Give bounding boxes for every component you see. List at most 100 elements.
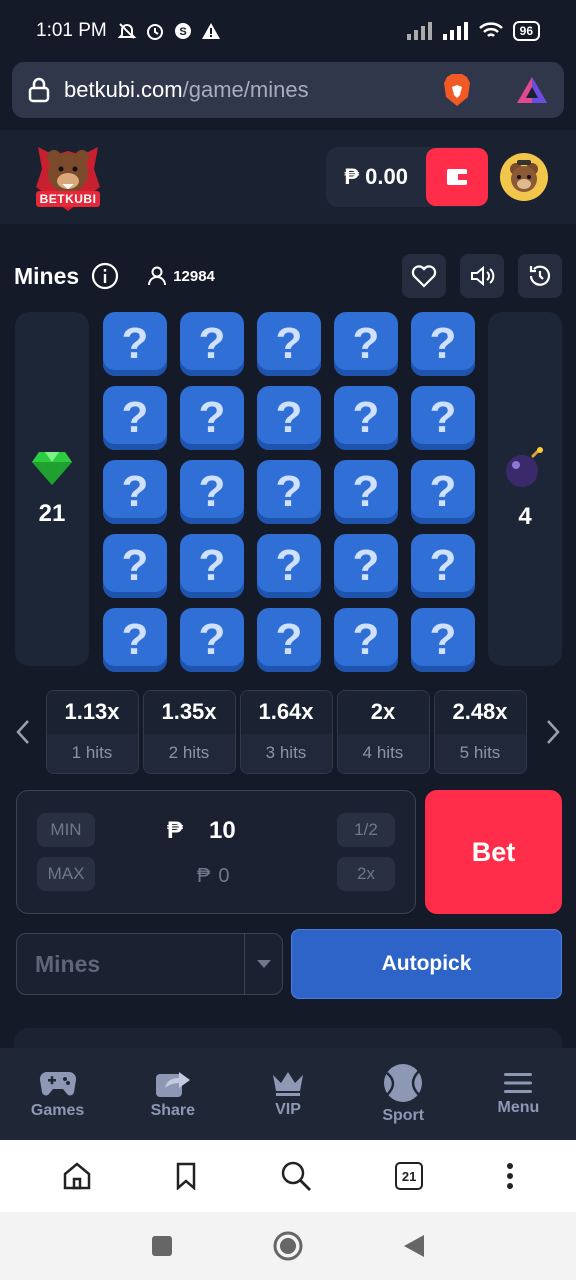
- nav-sport[interactable]: Sport: [346, 1048, 461, 1140]
- mine-tile[interactable]: ?: [257, 608, 321, 672]
- mine-tile[interactable]: ?: [334, 534, 398, 598]
- wifi-icon: [478, 22, 503, 37]
- chevron-left-icon: [16, 720, 29, 744]
- mine-tile[interactable]: ?: [103, 312, 167, 376]
- bet-button[interactable]: Bet: [425, 790, 562, 914]
- multipliers-prev-button[interactable]: [0, 719, 46, 745]
- warning-icon: [201, 23, 220, 39]
- user-icon: [148, 266, 167, 286]
- recents-icon[interactable]: [151, 1235, 173, 1257]
- balance-amount: ₱ 0.00: [344, 164, 408, 189]
- s-app-icon: S: [174, 23, 191, 39]
- mine-tile[interactable]: ?: [180, 608, 244, 672]
- home-circle-icon[interactable]: [273, 1231, 303, 1261]
- mine-tile[interactable]: ?: [257, 460, 321, 524]
- mines-select-label: Mines: [35, 950, 101, 977]
- nav-label: Sport: [382, 1107, 425, 1124]
- mine-tile[interactable]: ?: [257, 534, 321, 598]
- mine-tile[interactable]: ?: [180, 460, 244, 524]
- bottom-nav: Games Share VIP Sport Menu: [0, 1048, 576, 1140]
- multiplier-value: 2x: [337, 691, 429, 734]
- mute-bell-icon: [117, 23, 137, 39]
- url-bar[interactable]: betkubi.com/game/mines: [12, 62, 564, 118]
- mine-tile[interactable]: ?: [180, 312, 244, 376]
- caret-down-icon: [256, 960, 271, 968]
- nav-menu[interactable]: Menu: [461, 1048, 576, 1140]
- mines-select[interactable]: Mines: [16, 933, 283, 995]
- mine-tile[interactable]: ?: [103, 534, 167, 598]
- autopick-button[interactable]: Autopick: [291, 929, 562, 999]
- min-bet-button[interactable]: MIN: [37, 813, 95, 847]
- mine-tile[interactable]: ?: [257, 312, 321, 376]
- search-icon[interactable]: [280, 1160, 312, 1192]
- nav-games[interactable]: Games: [0, 1048, 115, 1140]
- multiplier-hits: 5 hits: [434, 733, 526, 773]
- lock-icon: [28, 77, 50, 103]
- info-icon[interactable]: [91, 262, 119, 290]
- more-vertical-icon[interactable]: [506, 1163, 514, 1189]
- multipliers-next-button[interactable]: [531, 719, 576, 745]
- nav-vip[interactable]: VIP: [230, 1048, 345, 1140]
- signal-icon: [406, 22, 432, 40]
- mine-tile[interactable]: ?: [334, 312, 398, 376]
- url-text[interactable]: betkubi.com/game/mines: [64, 77, 309, 103]
- mine-tile[interactable]: ?: [334, 386, 398, 450]
- history-button[interactable]: [518, 254, 562, 298]
- mine-tile[interactable]: ?: [257, 386, 321, 450]
- multiplier-hits: 2 hits: [143, 733, 235, 773]
- mine-tile[interactable]: ?: [103, 460, 167, 524]
- gamepad-icon: [39, 1071, 76, 1096]
- nav-share[interactable]: Share: [115, 1048, 230, 1140]
- multiplier-value: 1.13x: [46, 691, 138, 734]
- wallet-button[interactable]: [426, 148, 488, 206]
- mine-tile[interactable]: ?: [411, 386, 475, 450]
- brave-rewards-icon[interactable]: [516, 76, 548, 104]
- half-bet-button[interactable]: 1/2: [337, 813, 395, 847]
- tennis-ball-icon: [384, 1064, 423, 1102]
- profit-currency: ₱: [197, 865, 211, 887]
- bookmark-icon[interactable]: [175, 1162, 197, 1190]
- betkubi-logo[interactable]: BETKUBI: [28, 137, 108, 217]
- speaker-icon: [471, 265, 495, 287]
- logo-text: BETKUBI: [35, 191, 101, 207]
- status-bar: 1:01 PM S 96: [0, 0, 576, 62]
- avatar[interactable]: [500, 153, 548, 201]
- mine-tile[interactable]: ?: [103, 386, 167, 450]
- bomb-icon: [506, 447, 543, 487]
- home-icon[interactable]: [62, 1162, 92, 1190]
- mine-tile[interactable]: ?: [103, 608, 167, 672]
- gem-icon: [32, 452, 72, 485]
- max-bet-button[interactable]: MAX: [37, 857, 95, 891]
- bet-amount-input[interactable]: ₱ 10: [167, 817, 236, 845]
- double-bet-button[interactable]: 2x: [337, 857, 395, 891]
- system-nav-bar: [0, 1212, 576, 1280]
- brave-lion-icon[interactable]: [442, 73, 472, 107]
- favorite-button[interactable]: [402, 254, 446, 298]
- mine-tile[interactable]: ?: [180, 534, 244, 598]
- back-icon[interactable]: [403, 1234, 425, 1258]
- wallet-icon: [447, 169, 467, 185]
- tab-count-button[interactable]: 21: [395, 1162, 424, 1190]
- heart-icon: [411, 265, 437, 288]
- mine-tile[interactable]: ?: [334, 608, 398, 672]
- multiplier-hits: 4 hits: [337, 733, 429, 773]
- battery-indicator: 96: [512, 21, 540, 41]
- mine-tile[interactable]: ?: [411, 312, 475, 376]
- mine-tile[interactable]: ?: [411, 534, 475, 598]
- nav-label: Share: [150, 1102, 196, 1119]
- game-title: Mines: [14, 262, 80, 289]
- menu-icon: [504, 1073, 533, 1093]
- multiplier-card: 2x 4 hits: [336, 690, 430, 774]
- currency-symbol: ₱: [167, 817, 184, 844]
- mines-panel: 4: [488, 312, 562, 666]
- mine-tile[interactable]: ?: [411, 608, 475, 672]
- bear-avatar-icon: [510, 160, 538, 192]
- sound-button[interactable]: [460, 254, 504, 298]
- mine-tile[interactable]: ?: [180, 386, 244, 450]
- multiplier-hits: 3 hits: [240, 733, 332, 773]
- multipliers-row: 1.13x 1 hits 1.35x 2 hits 1.64x 3 hits 2x 4 hit…: [0, 688, 576, 776]
- profit-value: 0: [218, 865, 230, 887]
- mine-tile[interactable]: ?: [411, 460, 475, 524]
- mine-tile[interactable]: ?: [334, 460, 398, 524]
- mines-grid: ?????????????????????????: [103, 312, 475, 672]
